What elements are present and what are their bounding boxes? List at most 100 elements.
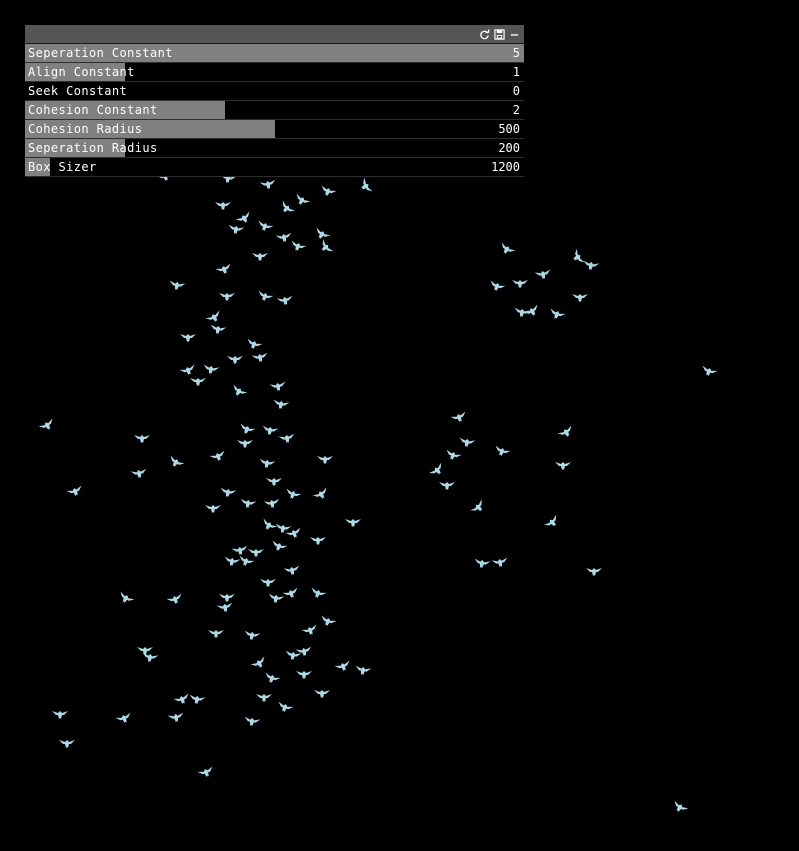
bird <box>491 557 509 569</box>
bird <box>586 568 602 576</box>
slider-label: Seperation Radius <box>28 141 158 155</box>
bird <box>258 458 276 470</box>
bird <box>450 411 469 425</box>
bird <box>141 652 159 664</box>
bird <box>116 591 135 607</box>
bird <box>470 499 488 517</box>
bird <box>543 514 562 531</box>
control-panel-header[interactable] <box>25 25 524 44</box>
bird <box>231 545 249 557</box>
bird <box>235 211 254 227</box>
bird <box>259 179 277 191</box>
bird <box>251 352 269 364</box>
bird <box>130 468 148 480</box>
bird-flock <box>38 170 718 816</box>
bird <box>115 712 134 726</box>
bird <box>227 224 245 236</box>
bird <box>205 505 221 513</box>
bird <box>345 519 361 527</box>
bird <box>308 587 327 601</box>
save-icon[interactable] <box>494 28 505 40</box>
bird <box>312 487 331 503</box>
bird <box>314 690 330 698</box>
bird <box>295 646 313 658</box>
bird <box>582 260 600 272</box>
bird <box>283 488 302 502</box>
bird <box>219 594 235 602</box>
bird <box>227 356 243 364</box>
bird <box>275 232 293 244</box>
slider-value: 2 <box>512 103 520 117</box>
bird <box>219 487 237 499</box>
bird <box>267 593 285 605</box>
bird <box>284 650 302 662</box>
bird <box>428 462 447 479</box>
minimize-icon[interactable] <box>509 29 520 40</box>
bird <box>243 630 261 642</box>
bird <box>262 672 281 686</box>
slider-seek-constant[interactable]: Seek Constant 0 <box>25 82 524 101</box>
bird <box>190 378 206 386</box>
bird <box>278 433 296 445</box>
bird <box>166 593 185 607</box>
bird <box>244 338 263 352</box>
slider-label: Cohesion Radius <box>28 122 143 136</box>
bird <box>492 445 511 459</box>
bird <box>473 558 491 570</box>
bird <box>357 177 373 196</box>
slider-label: Cohesion Constant <box>28 103 158 117</box>
bird <box>215 202 231 210</box>
bird <box>215 263 234 277</box>
bird <box>167 712 185 724</box>
slider-cohesion-constant[interactable]: Cohesion Constant 2 <box>25 101 524 120</box>
slider-seperation-constant[interactable]: Seperation Constant 5 <box>25 44 524 63</box>
bird <box>301 624 320 638</box>
slider-value: 5 <box>512 46 520 60</box>
bird <box>317 456 333 464</box>
bird <box>261 425 279 437</box>
bird <box>243 716 261 728</box>
bird <box>59 740 75 748</box>
bird <box>52 711 68 719</box>
bird <box>237 423 256 437</box>
bird <box>269 540 288 554</box>
bird <box>318 615 337 629</box>
bird <box>173 693 192 707</box>
slider-value: 1 <box>512 65 520 79</box>
slider-value: 200 <box>498 141 520 155</box>
bird <box>252 253 268 261</box>
bird <box>317 238 334 257</box>
slider-box-sizer[interactable]: Box Sizer 1200 <box>25 158 524 177</box>
bird <box>512 280 528 288</box>
slider-value: 1200 <box>491 160 520 174</box>
bird <box>205 310 224 326</box>
bird <box>276 295 294 307</box>
bird <box>208 630 224 638</box>
bird <box>277 200 296 217</box>
bird <box>239 498 257 510</box>
bird <box>255 220 274 234</box>
slider-cohesion-radius[interactable]: Cohesion Radius 500 <box>25 120 524 139</box>
bird <box>534 269 552 281</box>
bird <box>180 334 196 342</box>
slider-label: Seek Constant <box>28 84 128 98</box>
bird <box>134 435 150 443</box>
bird <box>168 280 186 292</box>
bird <box>569 248 585 267</box>
bird <box>555 462 571 470</box>
bird <box>282 587 301 601</box>
refresh-icon[interactable] <box>479 28 490 40</box>
control-panel: Seperation Constant 5 Align Constant 1 S… <box>25 25 524 177</box>
bird <box>670 800 689 816</box>
slider-value: 500 <box>498 122 520 136</box>
bird <box>275 701 294 715</box>
slider-seperation-radius[interactable]: Seperation Radius 200 <box>25 139 524 158</box>
bird <box>259 518 278 534</box>
bird <box>236 555 255 569</box>
bird <box>216 602 234 614</box>
bird <box>248 549 264 557</box>
slider-label: Seperation Constant <box>28 46 173 60</box>
slider-align-constant[interactable]: Align Constant 1 <box>25 63 524 82</box>
bird <box>197 766 216 780</box>
bird <box>285 527 304 541</box>
